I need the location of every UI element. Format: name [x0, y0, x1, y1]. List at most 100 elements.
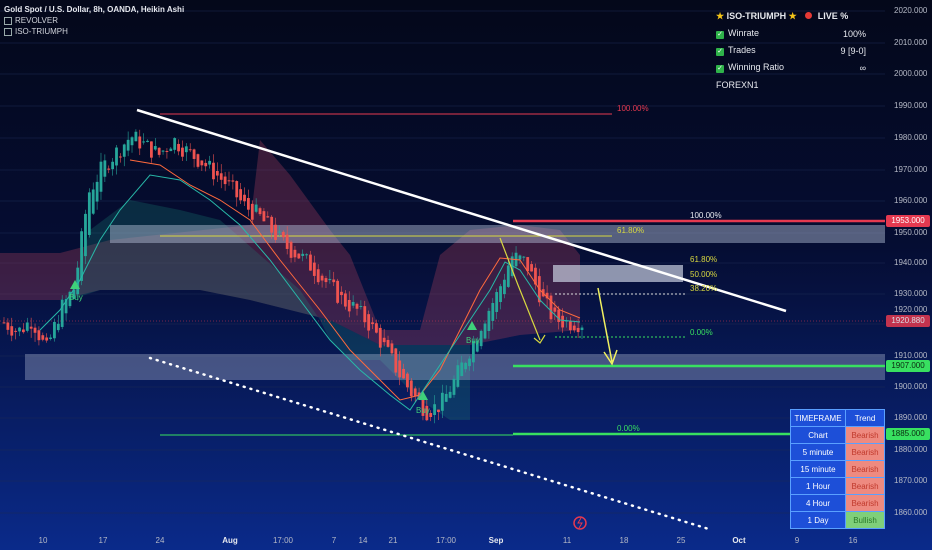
bear-candle [402, 368, 405, 379]
bull-candle [99, 161, 103, 192]
bear-candle [390, 343, 394, 354]
price-tick: 1860.000 [894, 508, 928, 517]
bear-candle [200, 160, 204, 166]
event-icon-bolt [577, 517, 583, 529]
bull-candle [115, 147, 118, 166]
time-tick: 14 [358, 536, 368, 545]
bear-candle [215, 170, 219, 176]
bull-candle [111, 161, 115, 170]
fib-label-r-618: 61.80% [617, 226, 645, 235]
bear-candle [406, 373, 409, 388]
fib-label-top-100: 100.00% [617, 104, 649, 113]
visibility-icon[interactable] [4, 16, 12, 25]
stat-author-row: FOREXN1 [716, 76, 866, 93]
header-timeframe: TIMEFRAME [790, 409, 846, 427]
price-tick: 1870.000 [894, 476, 928, 485]
bull-candle [169, 148, 173, 152]
price-tick: 1900.000 [894, 382, 928, 391]
price-tag-current: 1920.880 [886, 315, 930, 327]
bull-candle [479, 330, 483, 347]
bear-candle [239, 189, 243, 201]
bear-candle [41, 335, 45, 340]
bull-candle [464, 362, 468, 370]
bull-candle [328, 278, 332, 281]
trend-timeframe: 15 minute [790, 460, 846, 478]
buy-label: Buy [69, 293, 83, 302]
stat-label: Winrate [728, 28, 760, 38]
price-tick: 2010.000 [894, 38, 928, 47]
indicator-revolver[interactable]: REVOLVER [4, 15, 184, 26]
bull-candle [456, 365, 460, 387]
check-icon: ✓ [716, 65, 724, 73]
bull-candle [491, 303, 495, 321]
bull-candle [56, 323, 60, 331]
visibility-icon[interactable] [4, 27, 12, 36]
bear-candle [347, 299, 351, 312]
time-tick: 17:00 [435, 536, 457, 545]
bear-candle [192, 149, 196, 159]
indicator-name: ISO-TRIUMPH [15, 27, 68, 36]
bear-candle [336, 280, 340, 303]
bear-candle [188, 149, 192, 151]
check-icon: ✓ [716, 48, 724, 56]
bull-candle [87, 192, 91, 236]
fib-label-s-50: 50.00% [690, 270, 718, 279]
bull-candle [503, 279, 506, 295]
bear-candle [243, 194, 246, 202]
price-tick: 1920.000 [894, 305, 928, 314]
fib-label-s-618: 61.80% [690, 255, 718, 264]
bear-candle [398, 360, 402, 378]
bear-candle [316, 269, 320, 283]
header-trend: Trend [845, 409, 885, 427]
trend-timeframe: Chart [790, 426, 846, 444]
trend-timeframe: 5 minute [790, 443, 846, 461]
trend-timeframe: 1 Hour [790, 477, 846, 495]
bear-candle [165, 150, 169, 152]
trend-value: Bearish [845, 494, 885, 512]
bear-candle [21, 329, 25, 333]
bull-candle [460, 362, 464, 377]
trend-value: Bullish [845, 511, 885, 529]
price-tick: 1960.000 [894, 196, 928, 205]
bull-candle [518, 255, 522, 260]
bear-candle [219, 173, 223, 180]
price-tick: 1950.000 [894, 228, 928, 237]
bear-candle [549, 295, 553, 320]
trend-row: 5 minute Bearish [790, 443, 885, 461]
bull-candle [80, 231, 83, 281]
bear-candle [568, 320, 572, 331]
price-tick: 1890.000 [894, 413, 928, 422]
bull-candle [208, 160, 211, 165]
price-tag-resistance: 1953.000 [886, 215, 930, 227]
price-tick: 1980.000 [894, 133, 928, 142]
trend-timeframe: 4 Hour [790, 494, 846, 512]
trend-row: 1 Hour Bearish [790, 477, 885, 495]
stat-value: ∞ [859, 62, 866, 73]
trend-value: Bearish [845, 477, 885, 495]
trend-row: 4 Hour Bearish [790, 494, 885, 512]
bear-candle [340, 291, 343, 296]
time-tick: 11 [562, 536, 572, 545]
time-tick: 18 [619, 536, 629, 545]
bear-candle [157, 147, 161, 155]
stat-row: ✓ Winrate 100% [716, 25, 866, 42]
price-tick: 1970.000 [894, 165, 928, 174]
symbol-title[interactable]: Gold Spot / U.S. Dollar, 8h, OANDA, Heik… [4, 4, 184, 15]
bear-candle [371, 322, 374, 325]
time-tick: 10 [38, 536, 48, 545]
star-icon: ★ [788, 11, 797, 21]
bear-candle [10, 326, 14, 336]
price-tick: 1910.000 [894, 351, 928, 360]
time-tick: 17 [98, 536, 108, 545]
bear-candle [196, 154, 200, 167]
time-tick: 25 [676, 536, 686, 545]
bear-candle [6, 322, 10, 330]
price-tag-support-1: 1907.000 [886, 360, 930, 372]
bear-candle [572, 325, 576, 331]
indicator-iso-triumph[interactable]: ISO-TRIUMPH [4, 26, 184, 37]
star-icon: ★ [716, 11, 725, 21]
bull-candle [522, 256, 526, 258]
bull-candle [487, 310, 491, 332]
bear-candle [14, 330, 18, 332]
bear-candle [409, 380, 413, 397]
